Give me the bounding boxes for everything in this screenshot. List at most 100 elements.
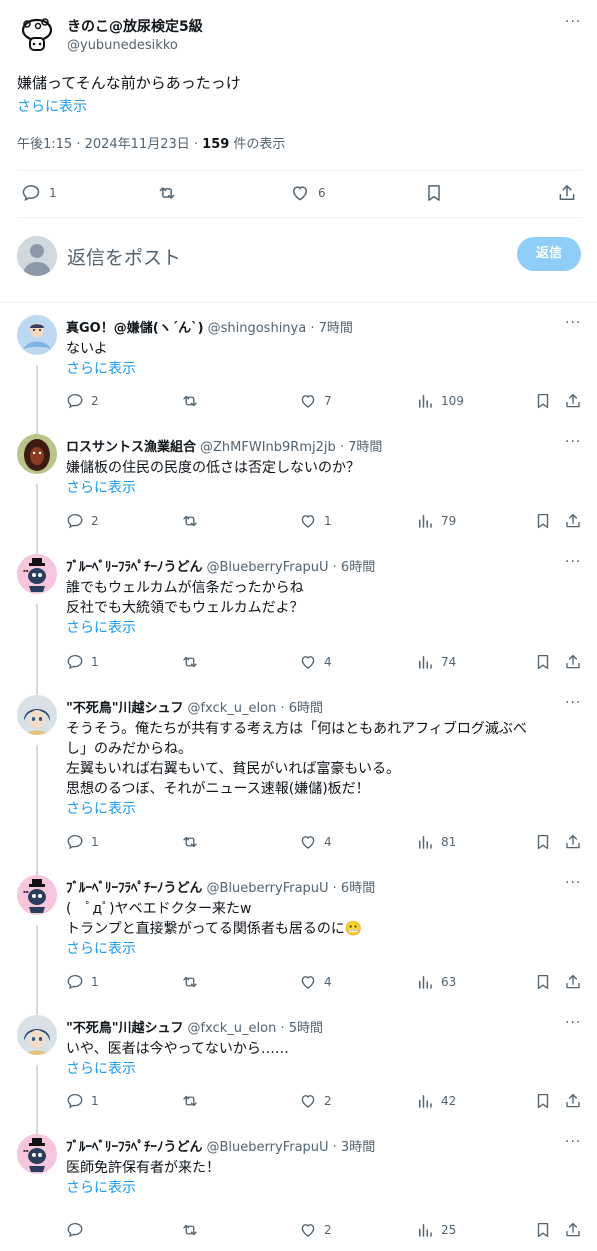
user-handle[interactable]: @shingoshinya · 7時間 (208, 321, 353, 336)
views-button[interactable]: 79 (416, 512, 456, 530)
avatar[interactable]: ▪▪ (17, 875, 57, 915)
reply-button[interactable]: 2 (66, 392, 99, 410)
user-handle[interactable]: @BlueberryFrapuU · 3時間 (207, 1140, 376, 1155)
bookmark-button[interactable] (534, 973, 552, 991)
retweet-button[interactable] (181, 392, 199, 410)
retweet-button[interactable] (181, 833, 199, 851)
retweet-button[interactable] (181, 1092, 199, 1110)
bookmark-button[interactable] (534, 1221, 552, 1239)
share-button[interactable] (564, 1092, 582, 1110)
more-options-icon[interactable]: ··· (565, 1015, 581, 1031)
reply-button[interactable]: 1 (66, 973, 99, 991)
reply-item[interactable]: 真GO！@嫌儲(ヽ´ん`) @shingoshinya · 7時間 ··· ないよ さら… (0, 303, 597, 440)
bookmark-button[interactable] (534, 512, 552, 530)
reply-button[interactable]: 1 (66, 653, 99, 671)
user-handle[interactable]: @fxck_u_elon · 5時間 (188, 1021, 323, 1036)
reply-submit-button[interactable]: 返信 (517, 237, 581, 271)
user-handle[interactable]: @fxck_u_elon · 6時間 (188, 701, 323, 716)
avatar[interactable]: ▪▪ (17, 554, 57, 594)
more-options-icon[interactable]: ··· (565, 14, 581, 30)
reply-item[interactable]: "不死鳥"川越シュフ @fxck_u_elon · 6時間 ··· そうそう。俺たちが… (0, 683, 597, 881)
show-more-link[interactable]: さらに表示 (17, 96, 87, 116)
reply-button[interactable]: 2 (66, 512, 99, 530)
like-button[interactable]: 2 (299, 1221, 332, 1239)
retweet-button[interactable] (181, 1221, 199, 1239)
user-handle[interactable]: @yubunedesikko (67, 38, 178, 53)
retweet-button[interactable] (181, 653, 199, 671)
bookmark-button[interactable] (534, 1092, 552, 1110)
show-more-link[interactable]: さらに表示 (66, 1178, 576, 1198)
views-button[interactable]: 81 (416, 833, 456, 851)
display-name[interactable]: ロスサントス漁業組合 (66, 440, 196, 455)
avatar[interactable] (17, 695, 57, 735)
retweet-button[interactable] (181, 973, 199, 991)
avatar[interactable] (17, 434, 57, 474)
retweet-button[interactable] (181, 512, 199, 530)
more-options-icon[interactable]: ··· (565, 875, 581, 891)
show-more-link[interactable]: さらに表示 (66, 1059, 576, 1079)
views-button[interactable]: 63 (416, 973, 456, 991)
reply-item[interactable]: "不死鳥"川越シュフ @fxck_u_elon · 5時間 ··· いや、医者は今やっ… (0, 1003, 597, 1140)
bookmark-button[interactable] (534, 392, 552, 410)
share-button[interactable] (564, 392, 582, 410)
retweet-button[interactable] (157, 183, 177, 203)
reply-item[interactable]: ▪▪ ﾌﾞﾙｰﾍﾞﾘｰﾌﾗﾍﾟﾁｰﾉうどん @BlueberryFrapuU · 3… (0, 1122, 597, 1251)
avatar[interactable]: ▪▪ (17, 1134, 57, 1174)
display-name[interactable]: "不死鳥"川越シュフ (66, 701, 184, 716)
show-more-link[interactable]: さらに表示 (66, 939, 576, 959)
reply-button[interactable]: 1 (21, 183, 57, 203)
bookmark-button[interactable] (534, 833, 552, 851)
avatar[interactable] (17, 315, 57, 355)
reply-button[interactable]: 1 (66, 833, 99, 851)
show-more-link[interactable]: さらに表示 (66, 478, 576, 498)
avatar[interactable] (17, 14, 57, 54)
share-button[interactable] (564, 653, 582, 671)
like-button[interactable]: 6 (290, 183, 326, 203)
share-button[interactable] (564, 833, 582, 851)
reply-item[interactable]: ▪▪ ﾌﾞﾙｰﾍﾞﾘｰﾌﾗﾍﾟﾁｰﾉうどん @BlueberryFrapuU · 6… (0, 542, 597, 701)
more-options-icon[interactable]: ··· (565, 554, 581, 570)
views-button[interactable]: 109 (416, 392, 464, 410)
like-button[interactable]: 2 (299, 1092, 332, 1110)
show-more-link[interactable]: さらに表示 (66, 799, 576, 819)
views-button[interactable]: 42 (416, 1092, 456, 1110)
display-name[interactable]: きのこ@放尿検定5級 (67, 16, 203, 36)
show-more-link[interactable]: さらに表示 (66, 359, 576, 379)
display-name[interactable]: ﾌﾞﾙｰﾍﾞﾘｰﾌﾗﾍﾟﾁｰﾉうどん (66, 881, 203, 896)
more-options-icon[interactable]: ··· (565, 1134, 581, 1150)
views-button[interactable]: 74 (416, 653, 456, 671)
like-button[interactable]: 1 (299, 512, 332, 530)
display-name[interactable]: ﾌﾞﾙｰﾍﾞﾘｰﾌﾗﾍﾟﾁｰﾉうどん (66, 1140, 203, 1155)
user-handle[interactable]: @BlueberryFrapuU · 6時間 (207, 881, 376, 896)
more-options-icon[interactable]: ··· (565, 315, 581, 331)
show-more-link[interactable]: さらに表示 (66, 618, 576, 638)
like-button[interactable]: 4 (299, 653, 332, 671)
reply-actions: 2 1 79 (66, 512, 582, 532)
display-name[interactable]: "不死鳥"川越シュフ (66, 1021, 184, 1036)
reply-button[interactable]: 1 (66, 1092, 99, 1110)
bookmark-button[interactable] (424, 183, 444, 203)
display-name[interactable]: ﾌﾞﾙｰﾍﾞﾘｰﾌﾗﾍﾟﾁｰﾉうどん (66, 560, 203, 575)
more-options-icon[interactable]: ··· (565, 434, 581, 450)
share-button[interactable] (557, 183, 577, 203)
view-count: 159 (202, 137, 230, 152)
reply-input[interactable]: 返信をポスト (67, 243, 181, 270)
views-button[interactable]: 25 (416, 1221, 456, 1239)
avatar[interactable] (17, 1015, 57, 1055)
user-handle[interactable]: @ZhMFWInb9Rmj2jb · 7時間 (200, 440, 382, 455)
share-button[interactable] (564, 512, 582, 530)
share-button[interactable] (564, 1221, 582, 1239)
reply-item[interactable]: ロスサントス漁業組合 @ZhMFWInb9Rmj2jb · 7時間 ··· 嫌儲板の住… (0, 422, 597, 560)
like-button[interactable]: 7 (299, 392, 332, 410)
more-options-icon[interactable]: ··· (565, 695, 581, 711)
display-name[interactable]: 真GO！@嫌儲(ヽ´ん`) (66, 321, 204, 336)
user-handle[interactable]: @BlueberryFrapuU · 6時間 (207, 560, 376, 575)
like-button[interactable]: 4 (299, 833, 332, 851)
reply-count: 1 (91, 975, 99, 989)
reply-item[interactable]: ▪▪ ﾌﾞﾙｰﾍﾞﾘｰﾌﾗﾍﾟﾁｰﾉうどん @BlueberryFrapuU · 6… (0, 863, 597, 1021)
share-button[interactable] (564, 973, 582, 991)
timestamp[interactable]: 午後1:15 · 2024年11月23日 · (17, 137, 202, 152)
reply-button[interactable] (66, 1221, 84, 1239)
bookmark-button[interactable] (534, 653, 552, 671)
like-button[interactable]: 4 (299, 973, 332, 991)
